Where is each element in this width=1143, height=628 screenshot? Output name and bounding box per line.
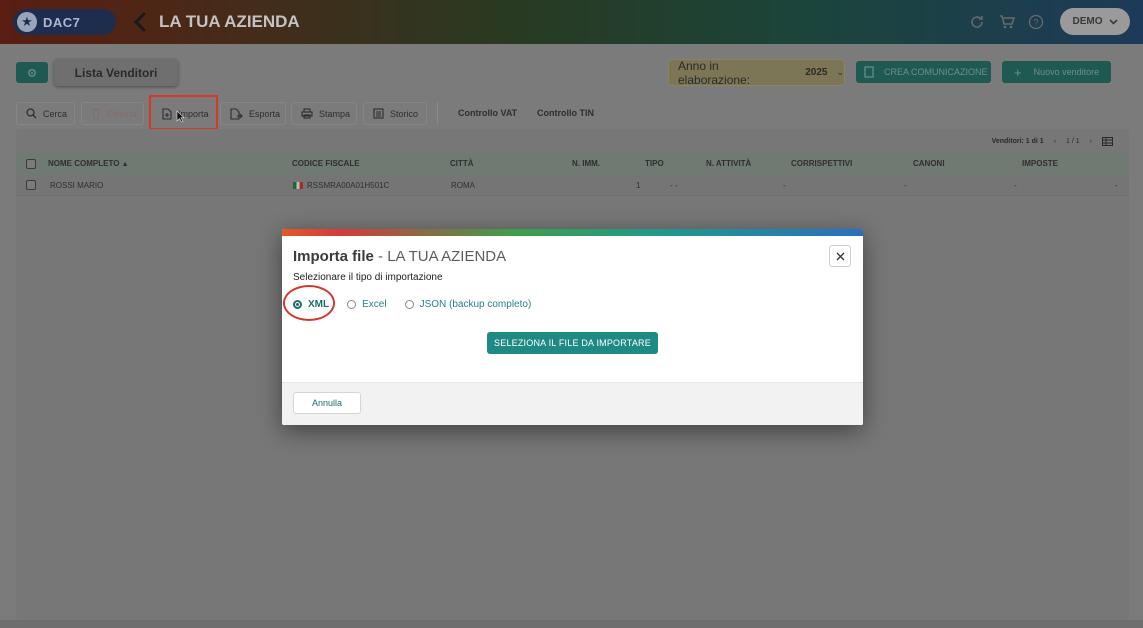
select-all-checkbox[interactable] <box>26 159 36 169</box>
record-count: Venditori: 1 di 1 <box>991 138 1044 145</box>
radio-excel[interactable]: Excel <box>347 299 387 310</box>
radio-json[interactable]: JSON (backup completo) <box>404 299 531 310</box>
elimina-button[interactable]: Elimina <box>81 102 144 125</box>
xml-highlight-circle <box>283 285 335 321</box>
search-icon <box>26 108 37 119</box>
user-label: DEMO <box>1072 16 1103 27</box>
trash-icon <box>92 108 100 119</box>
storico-button[interactable]: Storico <box>363 102 427 125</box>
stampa-button[interactable]: Stampa <box>291 102 357 125</box>
svg-text:?: ? <box>1033 18 1038 28</box>
col-nimm[interactable]: N. IMM. <box>572 159 600 168</box>
anno-value: 2025 <box>805 67 828 78</box>
anno-label: Anno in elaborazione: <box>678 58 751 87</box>
cell-codice: RSSMRA00A01H501C <box>293 181 389 190</box>
document-icon <box>864 66 874 78</box>
cell-imposte: - <box>1014 181 1017 190</box>
modal-color-band <box>282 229 863 236</box>
radio-indicator <box>347 299 357 309</box>
close-icon <box>836 252 844 260</box>
col-nome[interactable]: NOME COMPLETO ▲ <box>48 159 129 168</box>
app-logo[interactable]: ★ DAC7 <box>13 9 116 35</box>
col-natt[interactable]: N. ATTIVITÀ <box>706 159 751 168</box>
modal-title: Importa file - LA TUA AZIENDA <box>293 248 507 265</box>
cerca-label: Cerca <box>43 108 68 119</box>
crea-label: CREA COMUNICAZIONE <box>884 67 988 77</box>
modal-footer: Annulla <box>282 382 863 425</box>
col-imposte[interactable]: IMPOSTE <box>1022 159 1058 168</box>
radio-indicator <box>404 299 414 309</box>
nuovo-venditore-button[interactable]: + Nuovo venditore <box>1002 61 1111 83</box>
esporta-button[interactable]: Esporta <box>220 102 286 125</box>
cerca-button[interactable]: Cerca <box>16 102 75 125</box>
importa-file-dialog: Importa file - LA TUA AZIENDA Selezionar… <box>282 229 863 425</box>
col-citta[interactable]: CITTÀ <box>450 159 474 168</box>
cell-canoni: - <box>904 181 907 190</box>
select-file-button[interactable]: SELEZIONA IL FILE DA IMPORTARE <box>487 332 658 354</box>
col-codice[interactable]: CODICE FISCALE <box>292 159 360 168</box>
italy-flag-icon <box>293 182 303 189</box>
columns-icon[interactable] <box>1102 137 1113 146</box>
table-header: NOME COMPLETO ▲ CODICE FISCALE CITTÀ N. … <box>16 153 1129 175</box>
col-corrispettivi[interactable]: CORRISPETTIVI <box>791 159 852 168</box>
bottom-strip <box>0 620 1143 628</box>
mouse-cursor-icon <box>176 110 185 123</box>
table-row[interactable]: ROSSI MARIO RSSMRA00A01H501C ROMA 1 - - … <box>16 175 1129 196</box>
help-icon[interactable]: ? <box>1028 14 1044 30</box>
cart-icon[interactable] <box>999 14 1015 30</box>
annulla-button[interactable]: Annulla <box>293 392 361 414</box>
sort-up-icon: ▲ <box>121 161 129 168</box>
elimina-label: Elimina <box>107 108 137 119</box>
crea-comunicazione-button[interactable]: CREA COMUNICAZIONE <box>856 61 991 83</box>
lista-venditori-tab[interactable]: Lista Venditori <box>54 59 178 86</box>
row-checkbox[interactable] <box>26 180 36 190</box>
page-indicator: 1 / 1 <box>1066 138 1080 145</box>
col-tipo[interactable]: TIPO <box>645 159 664 168</box>
settings-button[interactable] <box>16 62 48 83</box>
chevron-down-icon: ⌄ <box>836 67 844 77</box>
back-arrow-icon[interactable] <box>132 12 148 32</box>
file-export-icon <box>230 107 243 120</box>
chevron-down-icon <box>1108 18 1118 25</box>
cell-extra: - <box>1115 181 1118 190</box>
col-canoni[interactable]: CANONI <box>913 159 945 168</box>
page-title: LA TUA AZIENDA <box>159 12 300 31</box>
pagination: Venditori: 1 di 1 ‹ 1 / 1 › <box>992 137 1113 146</box>
import-instruction: Selezionare il tipo di importazione <box>293 272 443 283</box>
cell-nome: ROSSI MARIO <box>50 181 104 190</box>
anno-selector[interactable]: Anno in elaborazione: 2025 ⌄ <box>668 58 845 87</box>
gear-icon <box>28 68 36 77</box>
toolbar-divider <box>437 102 438 125</box>
refresh-icon[interactable] <box>969 14 985 30</box>
controllo-vat-tab[interactable]: Controllo VAT <box>458 108 517 118</box>
controllo-tin-tab[interactable]: Controllo TIN <box>537 108 594 118</box>
cell-nimm: 1 <box>636 181 641 190</box>
nuovo-label: Nuovo venditore <box>1033 67 1100 77</box>
cell-tipo: - - <box>670 181 678 190</box>
plus-icon: + <box>1014 64 1022 80</box>
storico-label: Storico <box>390 108 419 119</box>
logo-text: DAC7 <box>43 14 81 30</box>
history-icon <box>373 108 384 119</box>
close-button[interactable] <box>829 245 851 267</box>
cell-citta: ROMA <box>451 181 475 190</box>
cell-corrispettivi: - <box>783 181 786 190</box>
prev-page-icon[interactable]: ‹ <box>1054 138 1056 145</box>
printer-icon <box>301 108 313 119</box>
star-icon: ★ <box>17 12 37 32</box>
next-page-icon[interactable]: › <box>1090 138 1092 145</box>
user-menu-button[interactable]: DEMO <box>1060 8 1130 35</box>
stampa-label: Stampa <box>319 108 351 119</box>
esporta-label: Esporta <box>249 108 281 119</box>
